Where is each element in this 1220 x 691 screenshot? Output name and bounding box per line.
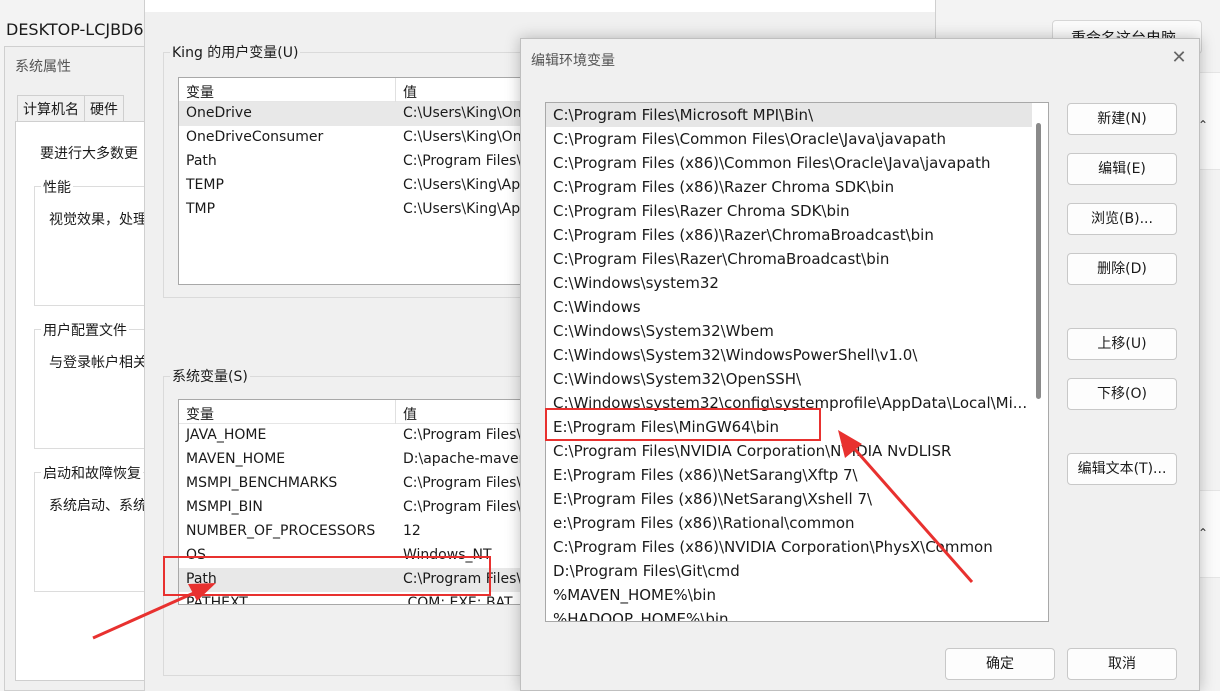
list-item[interactable]: D:\Program Files\Git\cmd (546, 559, 1032, 583)
variable-name: MAVEN_HOME (186, 451, 286, 467)
variable-name: Path (186, 153, 217, 169)
variable-value: 12 (403, 523, 421, 539)
variable-name: PATHEXT (186, 595, 248, 605)
dialog-title: 系统属性 (15, 59, 71, 75)
list-item[interactable]: C:\Program Files\Common Files\Oracle\Jav… (546, 127, 1032, 151)
variable-name: TEMP (186, 177, 224, 193)
list-item[interactable]: C:\Program Files (x86)\NVIDIA Corporatio… (546, 535, 1032, 559)
variable-value: .COM;.EXE;.BAT (403, 595, 513, 605)
list-item[interactable]: C:\Windows\System32\Wbem (546, 319, 1032, 343)
list-item[interactable]: C:\Windows\System32\OpenSSH\ (546, 367, 1032, 391)
tab-computer-name[interactable]: 计算机名 (17, 95, 85, 121)
variable-name: OneDrive (186, 105, 252, 121)
move-down-button[interactable]: 下移(O) (1067, 378, 1177, 410)
dialog-titlebar (145, 0, 935, 12)
delete-button[interactable]: 删除(D) (1067, 253, 1177, 285)
path-list[interactable]: C:\Program Files\Microsoft MPI\Bin\ C:\P… (545, 102, 1049, 622)
column-divider[interactable] (395, 78, 396, 102)
performance-group: 性能 视觉效果，处理 (34, 177, 154, 306)
tab-hardware[interactable]: 硬件 (84, 95, 124, 121)
column-divider[interactable] (395, 400, 396, 424)
list-item[interactable]: C:\Program Files (x86)\Common Files\Orac… (546, 151, 1032, 175)
list-item[interactable]: %HADOOP_HOME%\bin (546, 607, 1032, 621)
close-icon[interactable]: ✕ (1166, 45, 1192, 71)
variable-name: JAVA_HOME (186, 427, 267, 443)
browse-button[interactable]: 浏览(B)... (1067, 203, 1177, 235)
cancel-button[interactable]: 取消 (1067, 648, 1177, 680)
edit-environment-variable-dialog: 编辑环境变量 ✕ C:\Program Files\Microsoft MPI\… (520, 38, 1200, 691)
group-description: 视觉效果，处理 (49, 212, 147, 228)
variable-value: C:\Program Files\ (403, 153, 521, 169)
list-item[interactable]: C:\Program Files\Microsoft MPI\Bin\ (546, 103, 1032, 127)
user-profiles-group: 用户配置文件 与登录帐户相关 (34, 320, 154, 449)
group-label: 性能 (41, 177, 73, 197)
variable-value: C:\Program Files\ (403, 499, 521, 515)
list-item[interactable]: C:\Windows (546, 295, 1032, 319)
list-item[interactable]: C:\Windows\system32 (546, 271, 1032, 295)
variable-value: C:\Users\King\Ap (403, 201, 521, 217)
group-description: 系统启动、系统 (49, 498, 147, 514)
section-label: 系统变量(S) (170, 366, 250, 386)
variable-name: MSMPI_BENCHMARKS (186, 475, 338, 491)
variable-name: TMP (186, 201, 216, 217)
highlight-box-path-variable (163, 556, 491, 596)
variable-value: C:\Users\King\On (403, 105, 521, 121)
variable-name: NUMBER_OF_PROCESSORS (186, 523, 376, 539)
list-item[interactable]: E:\Program Files (x86)\NetSarang\Xftp 7\ (546, 463, 1032, 487)
pc-name-label: DESKTOP-LCJBD6I (6, 20, 149, 39)
column-header-value[interactable]: 值 (403, 82, 417, 102)
intro-text: 要进行大多数更 (40, 146, 138, 162)
variable-value: C:\Program Files\ (403, 427, 521, 443)
edit-button[interactable]: 编辑(E) (1067, 153, 1177, 185)
column-header-variable[interactable]: 变量 (186, 404, 214, 424)
list-item[interactable]: C:\Program Files (x86)\Razer Chroma SDK\… (546, 175, 1032, 199)
section-label: King 的用户变量(U) (170, 42, 301, 62)
group-label: 用户配置文件 (41, 320, 129, 340)
edit-text-button[interactable]: 编辑文本(T)... (1067, 453, 1177, 485)
list-item[interactable]: C:\Windows\System32\WindowsPowerShell\v1… (546, 343, 1032, 367)
move-up-button[interactable]: 上移(U) (1067, 328, 1177, 360)
list-item[interactable]: C:\Program Files\Razer Chroma SDK\bin (546, 199, 1032, 223)
variable-value: C:\Users\King\On (403, 129, 521, 145)
list-item[interactable]: E:\Program Files (x86)\NetSarang\Xshell … (546, 487, 1032, 511)
group-label: 启动和故障恢复 (41, 463, 143, 483)
list-item[interactable]: C:\Program Files\NVIDIA Corporation\NVID… (546, 439, 1032, 463)
new-button[interactable]: 新建(N) (1067, 103, 1177, 135)
list-item[interactable]: C:\Program Files\Razer\ChromaBroadcast\b… (546, 247, 1032, 271)
dialog-title: 编辑环境变量 (531, 53, 615, 69)
list-item[interactable]: %MAVEN_HOME%\bin (546, 583, 1032, 607)
variable-value: C:\Program Files\ (403, 475, 521, 491)
variable-value: C:\Users\King\Ap (403, 177, 521, 193)
variable-value: D:\apache-maven (403, 451, 521, 467)
highlight-box-mingw-entry (545, 408, 821, 441)
variable-name: MSMPI_BIN (186, 499, 263, 515)
scrollbar-thumb[interactable] (1036, 123, 1041, 399)
ok-button[interactable]: 确定 (945, 648, 1055, 680)
column-header-variable[interactable]: 变量 (186, 82, 214, 102)
group-description: 与登录帐户相关 (49, 355, 147, 371)
startup-recovery-group: 启动和故障恢复 系统启动、系统 (34, 463, 154, 592)
list-item[interactable]: C:\Program Files (x86)\Razer\ChromaBroad… (546, 223, 1032, 247)
list-item[interactable]: e:\Program Files (x86)\Rational\common (546, 511, 1032, 535)
tab-bar: 计算机名 硬件 (17, 95, 124, 121)
variable-name: OneDriveConsumer (186, 129, 324, 145)
column-header-value[interactable]: 值 (403, 404, 417, 424)
